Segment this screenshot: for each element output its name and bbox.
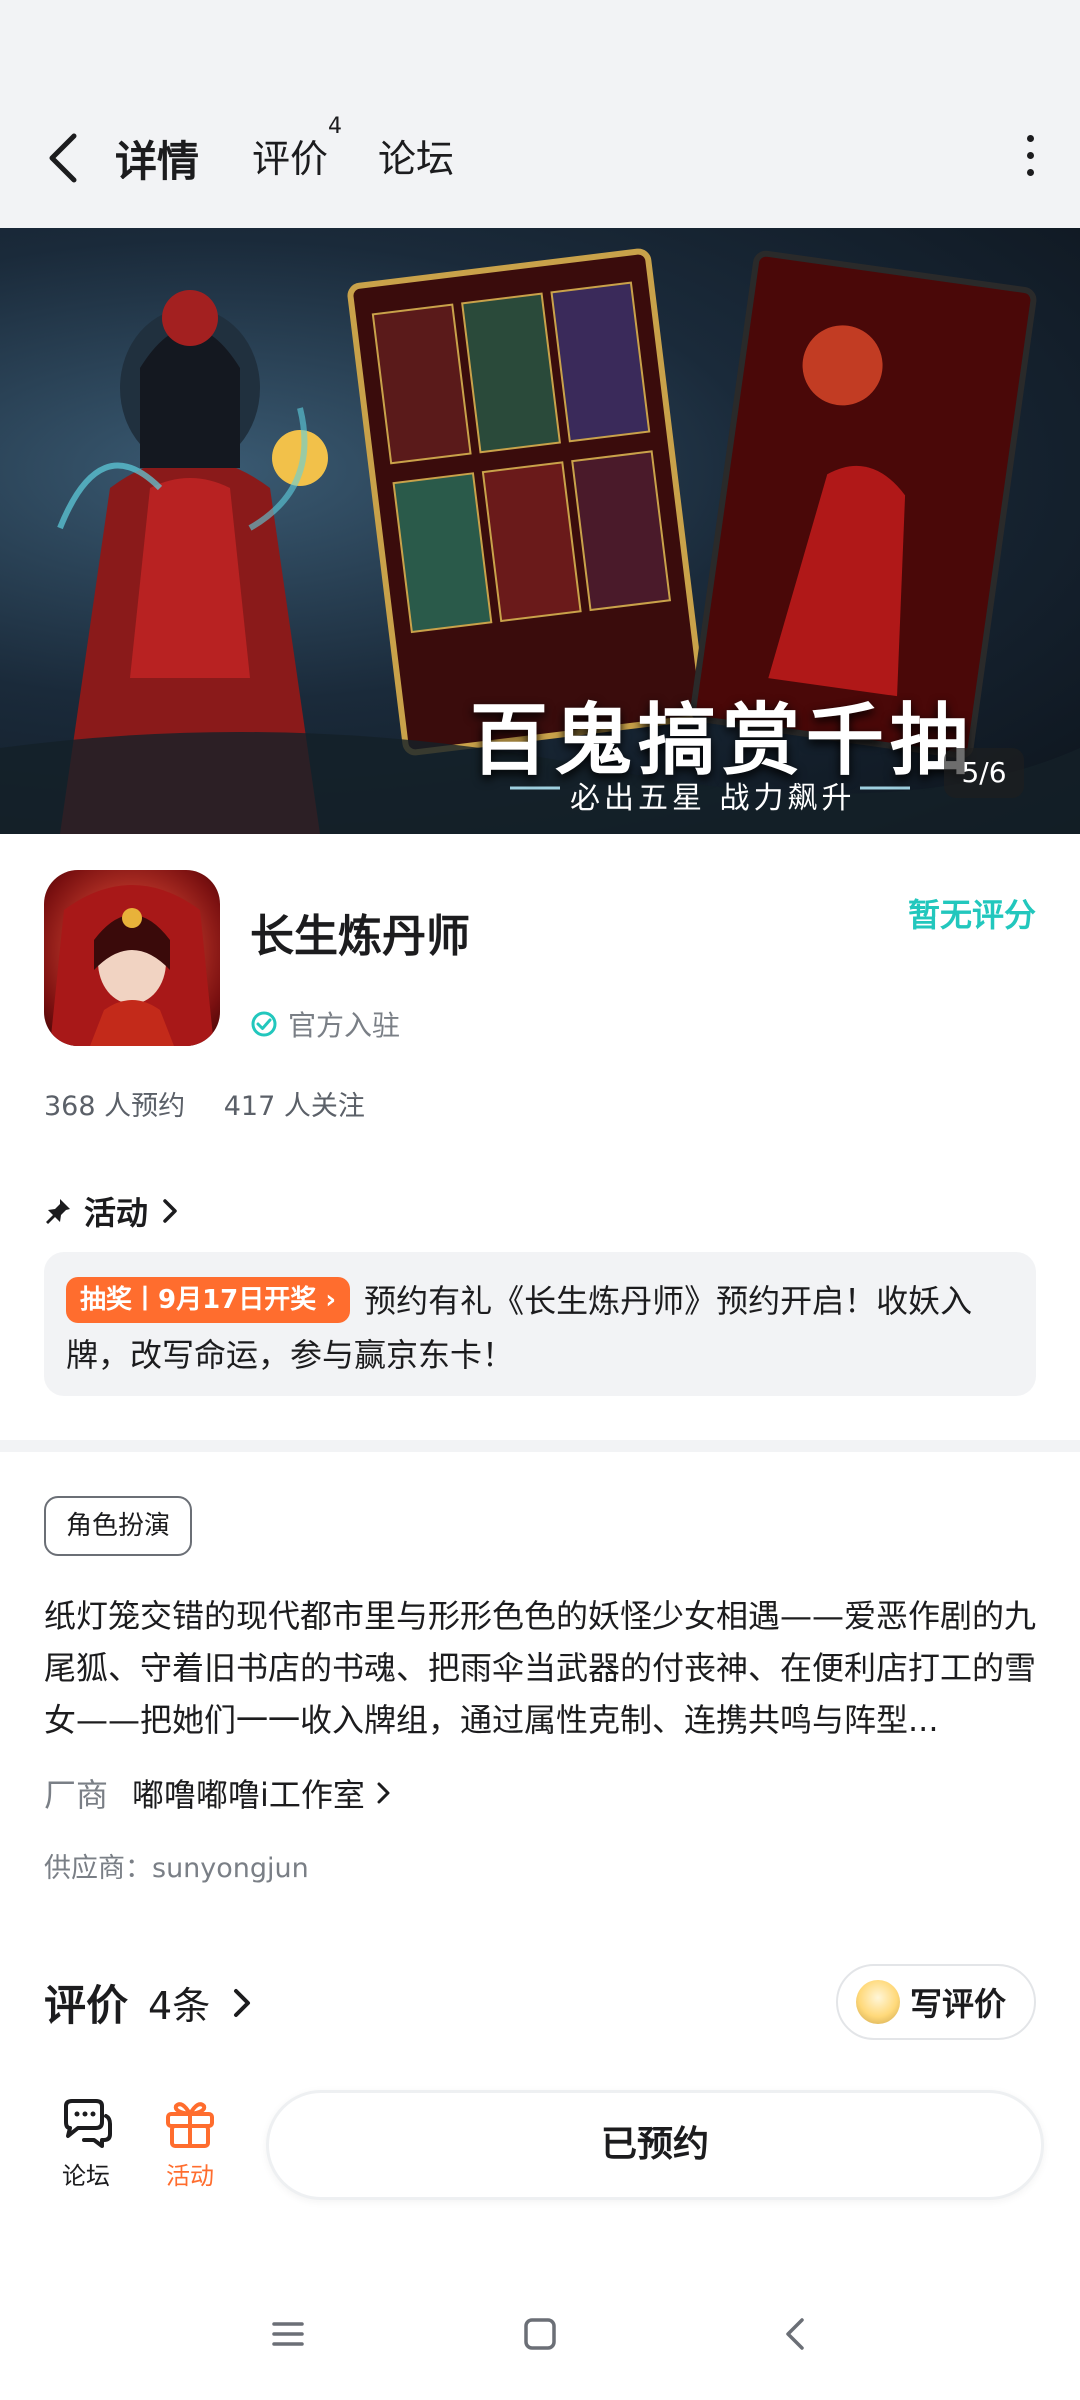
tab-review[interactable]: 评价 4 xyxy=(252,114,342,183)
chevron-right-icon xyxy=(163,1199,177,1223)
activity-card[interactable]: 抽奖丨9月17日开奖 › 预约有礼《长生炼丹师》预约开启！收妖入牌，改写命运，参与… xyxy=(44,1252,1036,1396)
chat-bubbles-icon xyxy=(64,2099,112,2148)
tab-forum[interactable]: 论坛 xyxy=(378,128,454,183)
bottom-activity-label: 活动 xyxy=(166,2162,214,2190)
bottom-activity-button[interactable]: 活动 xyxy=(150,2098,230,2191)
more-menu-button[interactable] xyxy=(1020,135,1040,185)
top-nav: 详情 评价 4 论坛 xyxy=(0,90,1080,228)
developer-name: 嘟噜嘟噜i工作室 xyxy=(132,1776,365,1814)
write-review-label: 写评价 xyxy=(910,1985,1007,2023)
mascot-icon xyxy=(856,1980,900,2024)
activity-header-label: 活动 xyxy=(84,1194,149,1232)
reservation-count: 368 人预约 xyxy=(44,1091,186,1122)
banner-subtitle: 必出五星 战力飙升 xyxy=(570,781,856,816)
menu-icon[interactable] xyxy=(268,2314,308,2354)
developer-value: 嘟噜嘟噜i工作室 xyxy=(132,1770,393,1816)
pin-icon xyxy=(46,1199,70,1224)
tab-detail-label: 详情 xyxy=(115,137,200,186)
reviews-title: 评价 xyxy=(44,1981,129,2030)
official-label: 官方入驻 xyxy=(288,1009,401,1042)
more-dot xyxy=(1026,152,1034,159)
rating-text: 暂无评分 xyxy=(907,896,1036,934)
screenshot-banner[interactable]: 百鬼搞赏千抽 必出五星 战力飙升 5/6 xyxy=(0,228,1080,834)
review-count-badge: 4 xyxy=(328,114,343,139)
follower-count: 417 人关注 xyxy=(223,1091,365,1122)
app-name: 长生炼丹师 xyxy=(250,911,470,962)
official-badge: 官方入驻 xyxy=(250,1004,400,1044)
bottom-forum-button[interactable]: 论坛 xyxy=(46,2098,126,2191)
banner-page-indicator: 5/6 xyxy=(944,748,1024,798)
genre-tag[interactable]: 角色扮演 xyxy=(44,1496,193,1556)
app-stats: 368 人预约 417 人关注 xyxy=(44,1084,395,1123)
lottery-badge: 抽奖丨9月17日开奖 › xyxy=(66,1277,351,1323)
status-bar xyxy=(0,0,1080,90)
tab-detail[interactable]: 详情 xyxy=(109,128,206,193)
app-icon xyxy=(44,870,220,1046)
activity-section-header[interactable]: 活动 xyxy=(44,1188,180,1234)
game-description[interactable]: 纸灯笼交错的现代都市里与形形色色的妖怪少女相遇——爱恶作剧的九尾狐、守着旧书店的… xyxy=(44,1590,1039,1746)
reviews-header[interactable]: 评价 4条 xyxy=(44,1972,254,2033)
section-divider xyxy=(0,1440,1080,1452)
bottom-action-bar: 论坛 活动 已预约 xyxy=(0,2076,1080,2216)
verified-check-icon xyxy=(251,1011,277,1037)
reviews-count: 4条 xyxy=(148,1984,211,2028)
developer-row[interactable]: 厂商 嘟噜嘟噜i工作室 xyxy=(44,1770,393,1816)
system-back-icon[interactable] xyxy=(776,2314,816,2354)
back-button[interactable] xyxy=(40,128,90,188)
home-icon[interactable] xyxy=(520,2314,560,2354)
more-dots-icon xyxy=(1026,135,1034,142)
gift-icon xyxy=(166,2102,214,2148)
back-arrow-icon xyxy=(49,133,77,183)
developer-label: 厂商 xyxy=(44,1776,109,1814)
app-icon-art xyxy=(50,885,214,1046)
write-review-button[interactable]: 写评价 xyxy=(836,1964,1036,2040)
tab-forum-label: 论坛 xyxy=(378,137,455,181)
lottery-badge-label: 抽奖丨9月17日开奖 xyxy=(80,1285,317,1315)
supplier-text: 供应商：sunyongjun xyxy=(44,1853,309,1884)
chevron-right-icon xyxy=(234,1988,251,2017)
reserved-button[interactable]: 已预约 xyxy=(266,2090,1044,2200)
tab-review-label: 评价 xyxy=(252,137,329,181)
bottom-forum-label: 论坛 xyxy=(62,2162,110,2190)
system-navigation-bar xyxy=(0,2276,1080,2400)
more-dot xyxy=(1026,169,1034,176)
chevron-right-icon xyxy=(377,1782,390,1804)
